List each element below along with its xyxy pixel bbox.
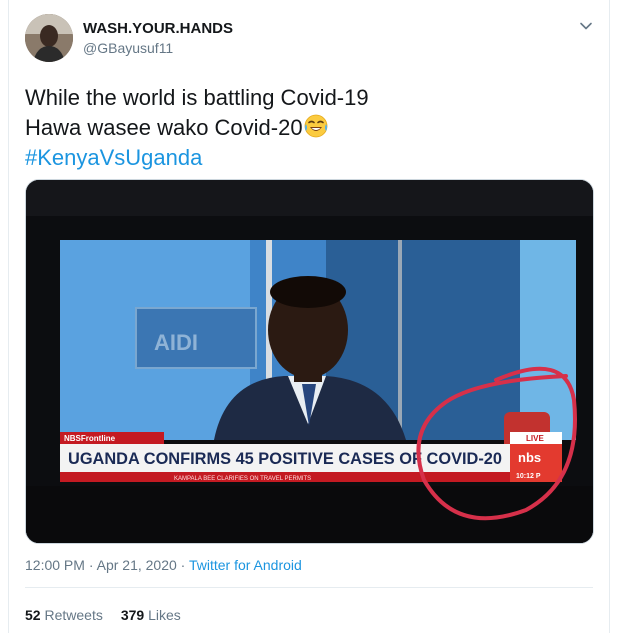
- likes-stat[interactable]: 379 Likes: [121, 607, 181, 623]
- retweets-label: Retweets: [44, 607, 103, 623]
- meta-separator: ·: [84, 557, 97, 573]
- live-badge: LIVE: [526, 434, 544, 443]
- tv-screen-photo: AIDI NBSFrontline UGANDA CONFIRMS 45 POS…: [26, 180, 593, 543]
- chevron-down-icon[interactable]: [578, 18, 594, 34]
- display-name[interactable]: WASH.YOUR.HANDS: [83, 20, 233, 37]
- tweet-date[interactable]: Apr 21, 2020: [97, 557, 177, 573]
- tweet-text: While the world is battling Covid-19 Haw…: [25, 83, 369, 173]
- avatar[interactable]: [25, 14, 73, 62]
- face-with-tears-of-joy-emoji: [303, 113, 329, 139]
- user-handle[interactable]: @GBayusuf11: [83, 40, 173, 56]
- tweet-text-line-1: While the world is battling Covid-19: [25, 85, 369, 110]
- hashtag-link[interactable]: #KenyaVsUganda: [25, 143, 369, 173]
- ticker-text: KAMPALA BEE CLARIFIES ON TRAVEL PERMITS: [174, 476, 311, 482]
- studio-sign-text: AIDI: [154, 330, 198, 355]
- channel-logo: nbs: [518, 450, 541, 465]
- divider: [25, 587, 593, 588]
- retweets-stat[interactable]: 52 Retweets: [25, 607, 103, 623]
- likes-count: 379: [120, 607, 145, 623]
- tweet-media-image[interactable]: AIDI NBSFrontline UGANDA CONFIRMS 45 POS…: [25, 179, 594, 544]
- likes-label: Likes: [148, 607, 181, 623]
- clock-text: 10:12 P: [516, 473, 541, 480]
- meta-separator: ·: [176, 557, 189, 573]
- retweets-count: 52: [25, 607, 41, 623]
- show-label: NBSFrontline: [64, 434, 116, 443]
- tweet-text-line-2: Hawa wasee wako Covid-20: [25, 115, 303, 140]
- avatar-image: [25, 14, 73, 62]
- tweet-time[interactable]: 12:00 PM: [25, 557, 85, 573]
- tweet-meta: 12:00 PM · Apr 21, 2020 · Twitter for An…: [25, 557, 302, 573]
- tweet-stats: 52 Retweets 379 Likes: [25, 607, 181, 623]
- headline-text: UGANDA CONFIRMS 45 POSITIVE CASES OF COV…: [68, 449, 502, 468]
- tweet-card: WASH.YOUR.HANDS @GBayusuf11 While the wo…: [8, 0, 610, 633]
- tweet-source-link[interactable]: Twitter for Android: [189, 557, 302, 573]
